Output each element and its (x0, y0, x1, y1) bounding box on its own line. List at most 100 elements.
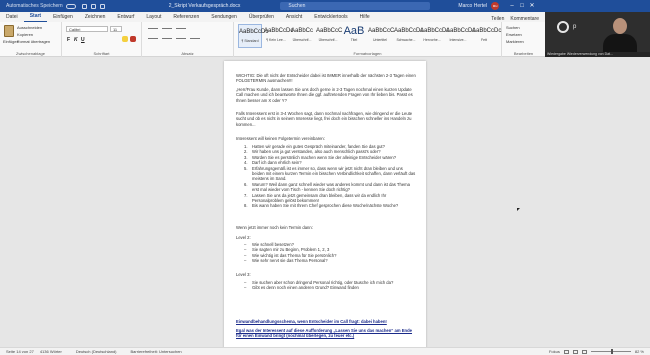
paragraph-intro-2: „Herr/Frau Kunde, dann lassen Sie uns do… (236, 87, 413, 103)
replace-button[interactable]: Ersetzen (506, 32, 522, 37)
style-name: Titel (350, 38, 358, 42)
copy-button[interactable]: Kopieren (17, 32, 33, 37)
ribbon-tabs: Datei Start Einfügen Zeichnen Entwurf Layout R… (0, 12, 545, 22)
font-size-select[interactable]: 11 (110, 26, 122, 32)
zoom-slider[interactable] (590, 349, 631, 354)
ribbon: Einfügen Ausschneiden Kopieren Format üb… (0, 22, 545, 57)
avatar[interactable]: MH (491, 2, 500, 10)
read-mode-icon[interactable] (563, 349, 569, 354)
tab-layout[interactable]: Layout (140, 12, 167, 22)
focus-button[interactable]: Fokus (549, 349, 560, 354)
highlight-icon[interactable] (122, 36, 128, 42)
tab-einfügen[interactable]: Einfügen (47, 12, 79, 22)
bullet-item-text: Sie sagten mir zu Beginn, Problem 1, 2, … (252, 247, 330, 253)
autosave-label: Automatisches Speichern (6, 3, 63, 9)
brand-logo-icon (557, 21, 569, 33)
accessibility-indicator[interactable]: Barrierefreiheit: Untersuchen (131, 349, 182, 354)
style-preview: AaBbCc (290, 28, 313, 34)
multilevel-list-icon[interactable] (176, 28, 186, 29)
style-preview: AaBbCcDc (394, 28, 424, 34)
zoom-level[interactable]: 82 % (635, 349, 644, 354)
style-preview: AaB (343, 25, 365, 37)
save-icon[interactable] (81, 3, 87, 9)
numbering-icon[interactable] (162, 28, 172, 29)
word-count[interactable]: 4136 Wörter (40, 349, 62, 354)
level-3-heading: Level 3: (236, 272, 251, 277)
align-right-icon[interactable] (176, 38, 186, 39)
webcam-overlay: p Wiedergabe Wiederverwendung von Dat... (545, 12, 650, 57)
redo-icon[interactable] (99, 3, 105, 9)
font-color-icon[interactable] (130, 36, 136, 42)
align-center-icon[interactable] (162, 38, 172, 39)
undo-icon[interactable] (90, 3, 96, 9)
tab-überprüfen[interactable]: Überprüfen (243, 12, 280, 22)
style-gallery-item[interactable]: AaBbCcDc Intensive... (446, 24, 475, 48)
justify-icon[interactable] (190, 38, 200, 39)
style-gallery-item[interactable]: AaBbCcDc Fett (472, 24, 501, 48)
tab-referenzen[interactable]: Referenzen (167, 12, 205, 22)
user-name[interactable]: Marco Hertel (458, 3, 487, 9)
bullets-icon[interactable] (148, 28, 158, 29)
level-3-list: – Sie suchen aber schon dringend Personal… (244, 280, 416, 291)
style-gallery-item[interactable]: AaBbCcDc Schwache... (394, 24, 424, 48)
tab-sendungen[interactable]: Sendungen (205, 12, 243, 22)
tab-zeichnen[interactable]: Zeichnen (79, 12, 112, 22)
language-indicator[interactable]: Deutsch (Deutschland) (76, 349, 117, 354)
find-button[interactable]: Suchen (506, 25, 520, 30)
paste-icon[interactable] (4, 25, 14, 37)
close-button[interactable]: ✕ (527, 0, 537, 12)
bold-button[interactable]: F (67, 37, 70, 43)
style-gallery-item[interactable]: AaBbCcC Untertitel (368, 24, 394, 48)
group-label-clipboard: Zwischenablage (16, 51, 45, 56)
minimize-button[interactable]: – (507, 0, 517, 12)
select-button[interactable]: Markieren (506, 39, 524, 44)
style-name: ¶ Standard (241, 39, 259, 43)
group-styles: Formatvorlagen AaBbCcDc ¶ Standard AaBbCcD… (234, 22, 502, 57)
document-title: 2_Skript Verkaufsgespräch.docx (168, 3, 241, 9)
web-layout-icon[interactable] (581, 349, 587, 354)
style-name: Überschrif... (318, 38, 338, 42)
list-item-text: Warum? Weil dann ganz schnell wieder was… (252, 181, 410, 193)
underline-button[interactable]: U (81, 37, 85, 43)
style-preview: AaBbCcDc (239, 29, 269, 35)
zoom-slider-knob[interactable] (610, 349, 613, 354)
style-name: ¶ Kein Lee... (266, 38, 286, 42)
tab-hilfe[interactable]: Hilfe (354, 12, 376, 22)
tab-start[interactable]: Start (23, 11, 48, 22)
align-left-icon[interactable] (148, 38, 158, 39)
bullet-item-text: Gibt es denn noch einen anderen Grund? E… (252, 285, 359, 291)
style-gallery-item[interactable]: AaB Titel (342, 24, 366, 48)
maximize-button[interactable]: □ (517, 0, 527, 12)
style-name: Untertitel (372, 38, 387, 42)
style-gallery-item[interactable]: AaBbCcDc ¶ Standard (238, 24, 269, 48)
document-page[interactable]: WICHTIG: Die oft nicht der Entscheider d… (224, 61, 426, 355)
cut-button[interactable]: Ausschneiden (17, 25, 42, 30)
tab-entwicklertools[interactable]: Entwicklertools (308, 12, 353, 22)
print-layout-icon[interactable] (572, 349, 578, 354)
autosave-toggle[interactable] (65, 3, 76, 9)
brand-text: p (573, 24, 577, 30)
style-gallery-item[interactable]: AaBbCcDc Hervorhe... (420, 24, 449, 48)
style-gallery-item[interactable]: AaBbCcDc ¶ Kein Lee... (264, 24, 293, 48)
list-item-text: Würden Sie es persönlich machen wenn Sie… (252, 154, 397, 160)
paragraph-intro-1: WICHTIG: Die oft nicht der Entscheider d… (236, 73, 416, 84)
title-bar: Automatisches Speichern 2_Skript Verkauf… (0, 0, 650, 12)
group-clipboard: Einfügen Ausschneiden Kopieren Format üb… (0, 22, 62, 57)
page-count[interactable]: Seite 14 von 27 (6, 349, 34, 354)
list-item: 8. Bis wann haben Sie mit Ihrem Chef gesp… (244, 203, 399, 209)
bullet-item-text: Sie suchen aber schon dringend Personal … (252, 280, 394, 285)
italic-button[interactable]: K (74, 37, 78, 43)
style-gallery-item[interactable]: AaBbCcC Überschrif... (316, 24, 343, 48)
style-preview: AaBbCcC (316, 28, 343, 34)
style-gallery-item[interactable]: AaBbCc Überschrif... (290, 24, 314, 48)
tab-datei[interactable]: Datei (0, 12, 24, 22)
search-input[interactable]: Suchen (280, 2, 431, 10)
format-painter-button[interactable]: Format übertragen (17, 39, 50, 44)
style-name: Hervorhe... (423, 38, 441, 42)
tab-entwurf[interactable]: Entwurf (111, 12, 140, 22)
tab-ansicht[interactable]: Ansicht (280, 12, 308, 22)
font-name-select[interactable]: Calibri (66, 26, 108, 32)
bullet-item: – Wie sehr nervt sie das Thema Personal? (244, 258, 328, 264)
list-heading: Interessent will keinen Folgetermin vere… (236, 136, 325, 141)
list-item-text: Lassen Sie uns da jetzt gemeinsam dran b… (252, 192, 387, 204)
